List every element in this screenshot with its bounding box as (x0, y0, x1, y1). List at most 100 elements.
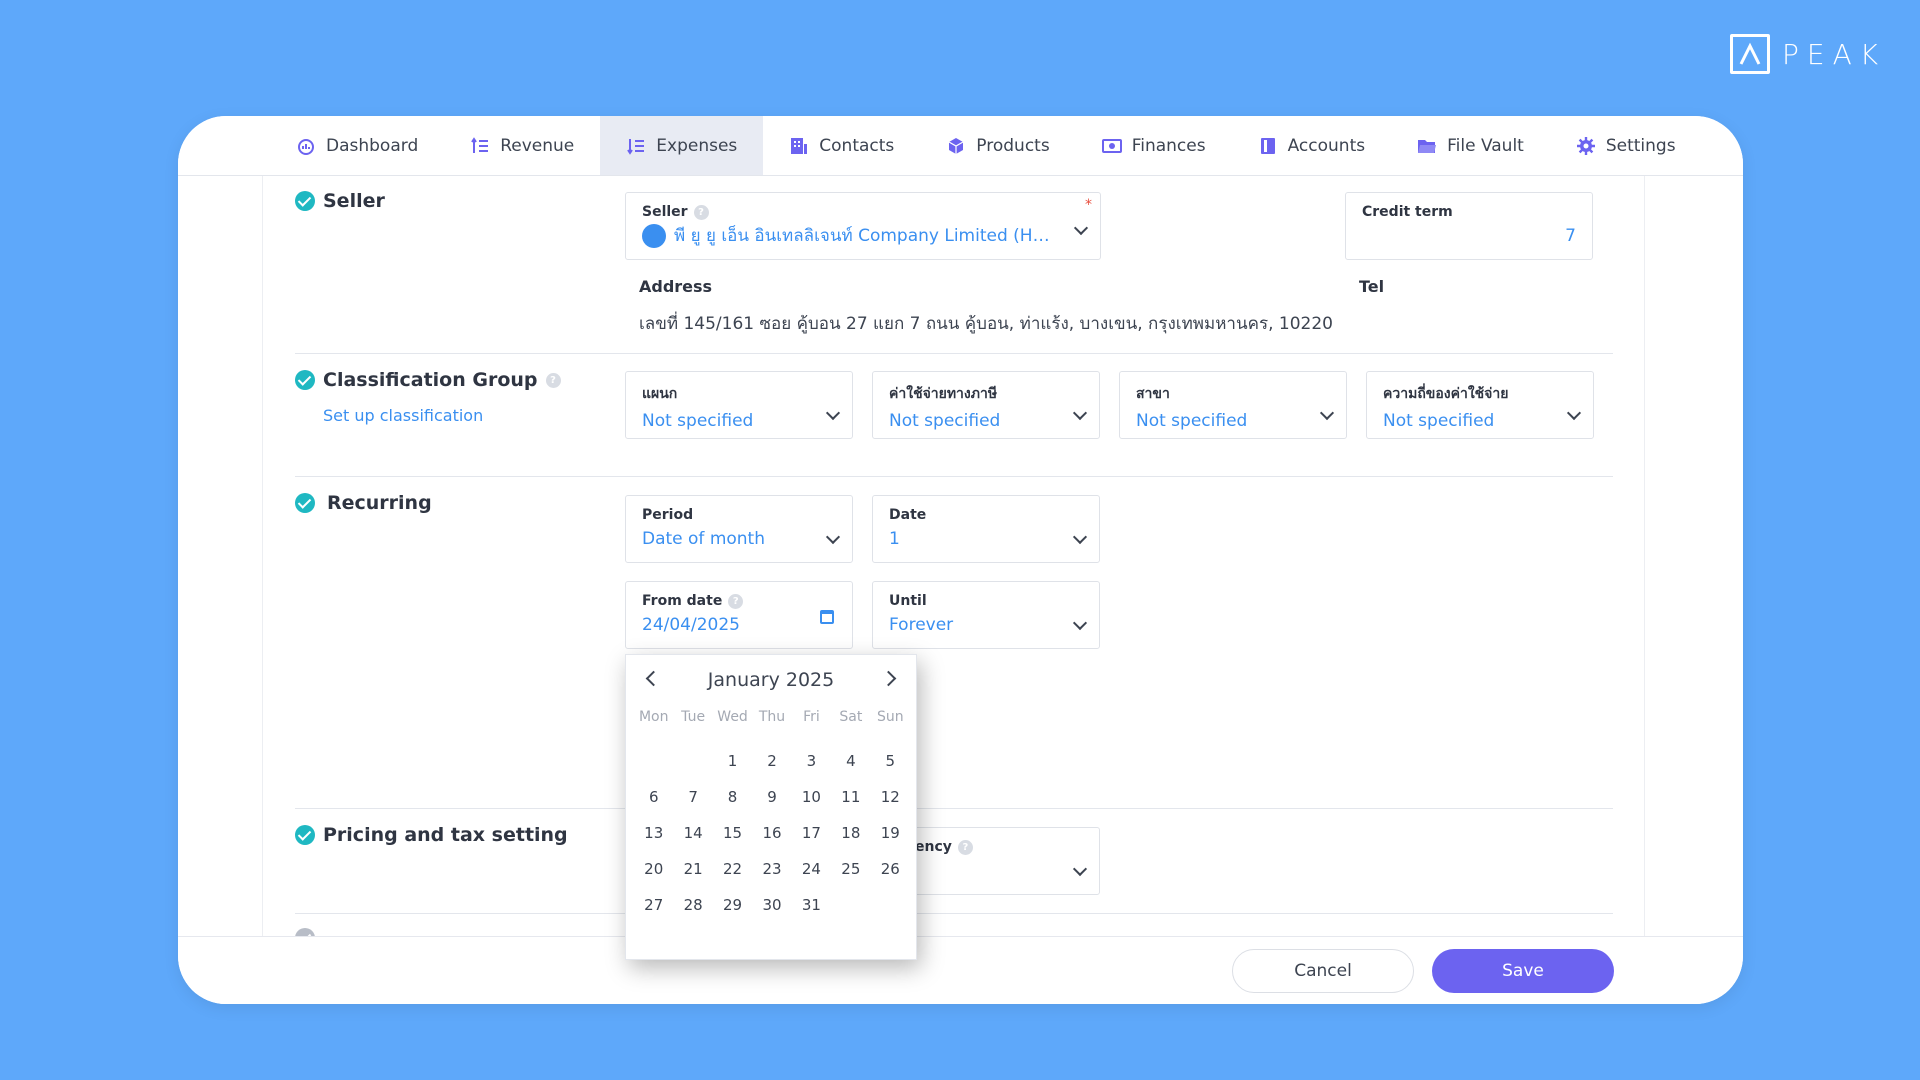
nav-item-revenue[interactable]: Revenue (444, 116, 600, 175)
classification-field-label: สาขา (1136, 386, 1170, 402)
seller-title-text: Seller (323, 190, 385, 212)
nav-item-file-vault[interactable]: File Vault (1391, 116, 1550, 175)
calendar-day[interactable]: 21 (673, 851, 712, 887)
calendar-day[interactable]: 16 (752, 815, 791, 851)
classification-select[interactable]: สาขา Not specified (1119, 371, 1347, 439)
calendar-day[interactable]: 14 (673, 815, 712, 851)
date-select[interactable]: Date 1 (872, 495, 1100, 563)
help-icon[interactable]: ? (545, 372, 561, 388)
gear-icon (1576, 136, 1596, 156)
pricing-section-title: Pricing and tax setting (295, 824, 568, 846)
nav-item-accounts[interactable]: Accounts (1232, 116, 1392, 175)
finances-icon (1101, 136, 1122, 156)
calendar-day[interactable]: 18 (831, 815, 870, 851)
classification-select[interactable]: ค่าใช้จ่ายทางภาษี Not specified (872, 371, 1100, 439)
chevron-down-icon[interactable] (1072, 861, 1088, 877)
calendar-day[interactable]: 31 (792, 887, 831, 923)
nav-item-expenses[interactable]: Expenses (600, 116, 764, 175)
check-circle-icon (295, 928, 315, 936)
calendar-grid: Mon Tue Wed Thu Fri Sat Sun 1 2 3 4 5 6 7 8 9 10 11 12 13 14… (634, 707, 910, 923)
check-circle-icon (295, 370, 315, 390)
classification-field-label: ความถี่ของค่าใช้จ่าย (1383, 386, 1509, 402)
period-label: Period (642, 507, 694, 523)
nav-item-finances[interactable]: Finances (1076, 116, 1232, 175)
calendar-day[interactable]: 10 (792, 779, 831, 815)
calendar-day[interactable]: 13 (634, 815, 673, 851)
period-select[interactable]: Period Date of month (625, 495, 853, 563)
nav-item-label: Settings (1605, 135, 1676, 156)
nav-item-label: Revenue (500, 135, 575, 156)
calendar-day[interactable]: 7 (673, 779, 712, 815)
calendar-day[interactable]: 26 (871, 851, 910, 887)
nav-item-label: File Vault (1447, 135, 1524, 156)
calendar-day[interactable]: 4 (831, 743, 870, 779)
calendar-day[interactable]: 9 (752, 779, 791, 815)
folder-icon (1417, 136, 1437, 156)
products-icon (946, 136, 966, 156)
calendar-day[interactable]: 3 (792, 743, 831, 779)
nav-item-label: Products (976, 135, 1050, 156)
nav-item-label: Dashboard (326, 135, 419, 156)
classification-field-label: แผนก (642, 386, 678, 402)
section-divider (295, 353, 1613, 354)
seller-section-title: Seller (295, 190, 385, 212)
seller-select[interactable]: Seller? พี ยู ยู เอ็น อินเทลลิเจนท์ Comp… (625, 192, 1101, 260)
calendar-day[interactable]: 28 (673, 887, 712, 923)
nav-item-settings[interactable]: Settings (1550, 116, 1702, 175)
classification-field-value: Not specified (1136, 411, 1248, 431)
calendar-day[interactable]: 20 (634, 851, 673, 887)
nav-item-dashboard[interactable]: Dashboard (270, 116, 444, 175)
nav-item-label: Expenses (656, 135, 738, 156)
nav-item-label: Accounts (1287, 135, 1366, 156)
calendar-day[interactable]: 19 (871, 815, 910, 851)
calendar-day[interactable]: 23 (752, 851, 791, 887)
contacts-icon (789, 136, 809, 156)
calendar-day[interactable]: 8 (713, 779, 752, 815)
calendar-day[interactable]: 24 (792, 851, 831, 887)
credit-term-field[interactable]: Credit term 7 (1345, 192, 1593, 260)
calendar-day[interactable]: 15 (713, 815, 752, 851)
calendar-day[interactable]: 27 (634, 887, 673, 923)
nav-item-products[interactable]: Products (920, 116, 1075, 175)
classification-select[interactable]: ความถี่ของค่าใช้จ่าย Not specified (1366, 371, 1594, 439)
until-label: Until (889, 593, 927, 609)
from-date-input[interactable]: From date? 24/04/2025 (625, 581, 853, 649)
expenses-icon (626, 136, 646, 156)
section-divider (295, 808, 1613, 809)
calendar-icon[interactable] (820, 610, 834, 624)
nav-item-contacts[interactable]: Contacts (763, 116, 920, 175)
check-circle-icon (295, 825, 315, 845)
calendar-day[interactable]: 6 (634, 779, 673, 815)
until-select[interactable]: Until Forever (872, 581, 1100, 649)
classification-select[interactable]: แผนก Not specified (625, 371, 853, 439)
calendar-day[interactable]: 2 (752, 743, 791, 779)
cancel-button[interactable]: Cancel (1232, 949, 1414, 993)
calendar-day[interactable]: 1 (713, 743, 752, 779)
calendar-day[interactable]: 30 (752, 887, 791, 923)
weekday-label: Thu (758, 709, 786, 725)
calendar-day[interactable]: 5 (871, 743, 910, 779)
calendar-day[interactable]: 11 (831, 779, 870, 815)
calendar-day[interactable]: 12 (871, 779, 910, 815)
help-icon[interactable]: ? (728, 593, 744, 609)
setup-classification-link[interactable]: Set up classification (323, 406, 483, 425)
check-circle-icon (295, 191, 315, 211)
peak-logo-text: PEAK (1782, 37, 1887, 71)
help-icon[interactable]: ? (693, 204, 709, 220)
help-icon[interactable]: ? (957, 839, 973, 855)
calendar-day[interactable]: 25 (831, 851, 870, 887)
date-value: 1 (889, 529, 900, 549)
weekday-label: Wed (717, 709, 748, 725)
calendar-month-label[interactable]: January 2025 (626, 669, 916, 691)
save-button[interactable]: Save (1432, 949, 1614, 993)
required-marker: * (1085, 197, 1092, 213)
credit-term-value: 7 (1565, 226, 1576, 246)
dashboard-icon (296, 136, 316, 156)
calendar-day[interactable]: 17 (792, 815, 831, 851)
pricing-title-text: Pricing and tax setting (323, 824, 568, 846)
recurring-title-text: Recurring (327, 492, 432, 514)
classification-field-value: Not specified (1383, 411, 1495, 431)
calendar-day[interactable]: 22 (713, 851, 752, 887)
weekday-label: Mon (638, 709, 669, 725)
calendar-day[interactable]: 29 (713, 887, 752, 923)
